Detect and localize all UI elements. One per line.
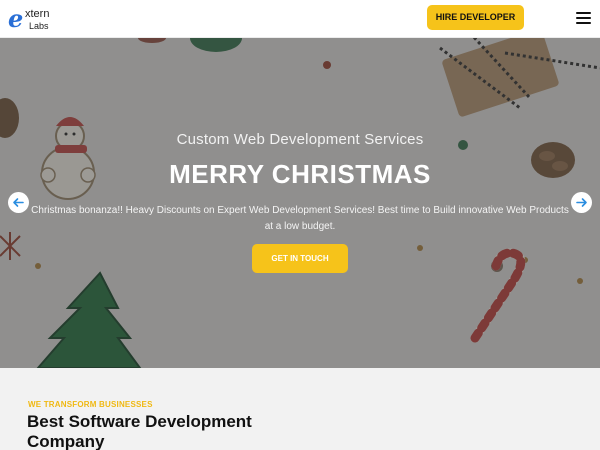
hero-slider: Custom Web Development Services MERRY CH…	[0, 38, 600, 368]
hero-subtitle: Custom Web Development Services	[176, 131, 424, 148]
site-header: e xtern Labs HIRE DEVELOPER	[0, 0, 600, 38]
logo-text-line2: Labs	[29, 21, 49, 31]
hamburger-menu-icon[interactable]	[576, 12, 592, 24]
hero-title: MERRY CHRISTMAS	[169, 159, 431, 189]
logo-text-line1: xtern	[25, 8, 50, 20]
section-eyebrow: WE TRANSFORM BUSINESSES	[28, 400, 153, 409]
hero-content: Custom Web Development Services MERRY CH…	[0, 38, 600, 368]
section-title: Best Software Development Company	[27, 412, 252, 450]
get-in-touch-button[interactable]: GET IN TOUCH	[252, 244, 348, 273]
logo[interactable]: e xtern Labs	[8, 5, 56, 35]
hire-developer-button[interactable]: HIRE DEVELOPER	[427, 5, 524, 30]
hero-description: Christmas bonanza!! Heavy Discounts on E…	[31, 205, 569, 232]
arrow-right-icon	[576, 198, 587, 207]
slider-next-button[interactable]	[571, 192, 592, 213]
arrow-left-icon	[13, 198, 24, 207]
about-section: WE TRANSFORM BUSINESSES Best Software De…	[0, 368, 600, 450]
slider-prev-button[interactable]	[8, 192, 29, 213]
logo-mark: e	[8, 4, 24, 33]
